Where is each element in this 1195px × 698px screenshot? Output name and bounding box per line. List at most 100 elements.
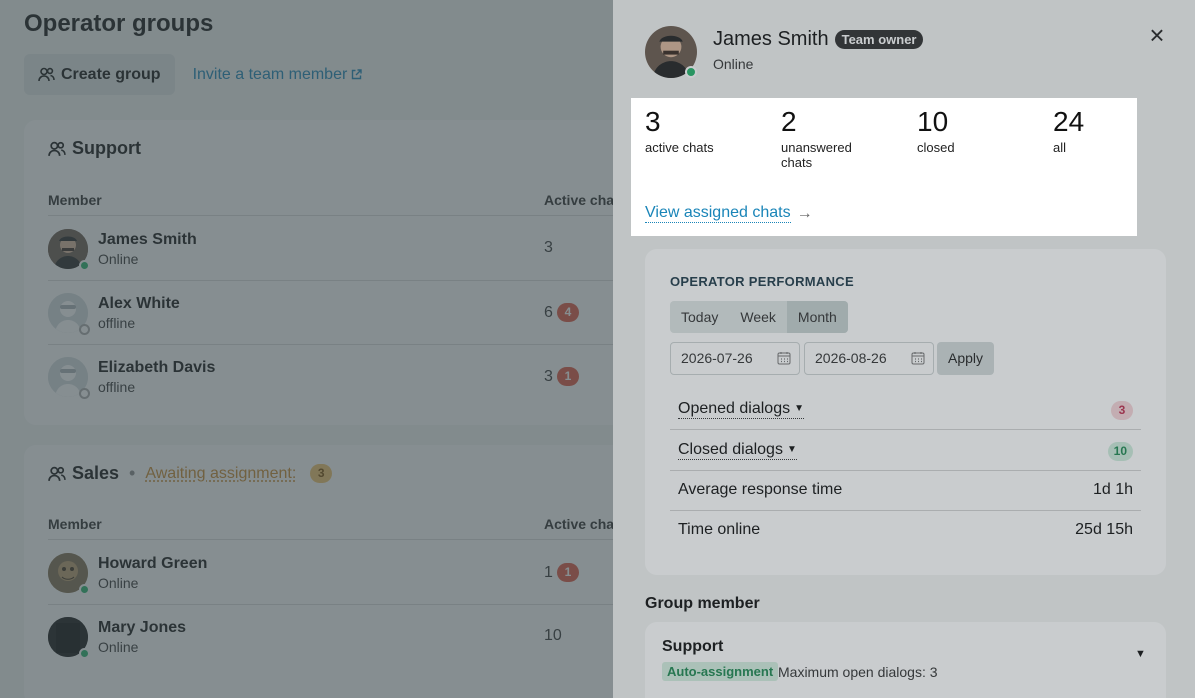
column-member: Member bbox=[48, 192, 102, 208]
online-status-dot bbox=[79, 648, 90, 659]
close-icon[interactable]: × bbox=[1145, 22, 1169, 48]
active-chats-count: 11 bbox=[544, 563, 579, 582]
column-member: Member bbox=[48, 516, 102, 532]
caret-down-icon: ▼ bbox=[786, 444, 797, 455]
group-name: Sales bbox=[72, 463, 120, 483]
create-group-label: Create group bbox=[61, 65, 161, 83]
online-status-dot bbox=[79, 260, 90, 271]
date-from-input[interactable]: 2026-07-26 bbox=[670, 342, 800, 375]
stat-value: 3 bbox=[645, 106, 661, 137]
table-row[interactable]: Alex White offline 64 bbox=[48, 281, 624, 345]
auto-assignment-badge: Auto-assignment bbox=[662, 662, 779, 681]
period-week[interactable]: Week bbox=[729, 301, 787, 333]
group-member-title: Group member bbox=[645, 595, 760, 612]
active-count-value: 3 bbox=[544, 367, 553, 385]
avatar bbox=[48, 553, 90, 595]
date-from-value: 2026-07-26 bbox=[681, 350, 753, 366]
avatar bbox=[48, 229, 90, 271]
users-icon bbox=[48, 141, 66, 156]
member-name: Howard Green bbox=[98, 555, 208, 572]
view-assigned-chats-link[interactable]: View assigned chats → bbox=[645, 204, 813, 223]
active-chats-count: 31 bbox=[544, 367, 579, 386]
caret-down-icon[interactable]: ▼ bbox=[1135, 648, 1146, 660]
awaiting-assignment-link[interactable]: Awaiting assignment: bbox=[145, 465, 296, 483]
operator-name: James Smith bbox=[713, 28, 829, 50]
metric-value-badge: 3 bbox=[1111, 401, 1133, 420]
active-count-value: 10 bbox=[544, 627, 562, 644]
member-status: Online bbox=[98, 639, 139, 655]
max-open-dialogs: Maximum open dialogs: 3 bbox=[778, 664, 938, 680]
separator-dot: • bbox=[129, 463, 136, 483]
active-count-value: 6 bbox=[544, 303, 553, 321]
active-chats-count: 3 bbox=[544, 239, 553, 257]
avatar bbox=[48, 293, 90, 335]
stat-label: unanswered chats bbox=[781, 140, 852, 170]
stat-all: 24 all bbox=[1053, 106, 1173, 155]
external-link-icon bbox=[352, 69, 363, 80]
period-month[interactable]: Month bbox=[786, 301, 848, 333]
create-group-button[interactable]: Create group bbox=[24, 54, 175, 95]
invite-label: Invite a team member bbox=[192, 65, 348, 83]
group-member-card[interactable]: Support ▼ Auto-assignment Maximum open d… bbox=[645, 622, 1166, 698]
group-header: Support bbox=[48, 138, 141, 159]
operator-performance-card: OPERATOR PERFORMANCE Today Week Month 20… bbox=[645, 249, 1166, 575]
arrow-right-icon: → bbox=[796, 204, 813, 222]
stat-closed: 10 closed bbox=[917, 106, 1037, 155]
table-row[interactable]: Howard Green Online 11 bbox=[48, 541, 624, 605]
table-row[interactable]: James Smith Online 3 bbox=[48, 217, 624, 281]
unanswered-badge: 4 bbox=[556, 303, 579, 322]
unanswered-badge: 1 bbox=[556, 563, 579, 582]
active-chats-count: 64 bbox=[544, 303, 579, 322]
group-card-support: Support Member Active chats James Smith … bbox=[24, 120, 626, 425]
member-status: offline bbox=[98, 379, 136, 395]
invite-team-member-link[interactable]: Invite a team member bbox=[193, 66, 363, 84]
metric-value: 25d 15h bbox=[1075, 521, 1133, 538]
metric-label-text: Opened dialogs bbox=[678, 400, 791, 417]
unanswered-badge: 1 bbox=[556, 367, 579, 386]
group-member-name: Support bbox=[662, 638, 724, 655]
stat-label: closed bbox=[917, 140, 955, 155]
metric-label: Opened dialogs ▼ bbox=[678, 400, 804, 419]
date-to-value: 2026-08-26 bbox=[815, 350, 887, 366]
offline-status-dot bbox=[79, 388, 90, 399]
member-status: Online bbox=[98, 251, 139, 267]
metric-opened-dialogs[interactable]: Opened dialogs ▼ 3 bbox=[670, 390, 1141, 430]
stat-value: 2 bbox=[781, 106, 797, 137]
team-owner-badge: Team owner bbox=[834, 30, 924, 49]
metric-label: Closed dialogs ▼ bbox=[678, 441, 797, 460]
table-row[interactable]: Elizabeth Davis offline 31 bbox=[48, 345, 624, 409]
apply-button[interactable]: Apply bbox=[937, 342, 995, 375]
date-to-input[interactable]: 2026-08-26 bbox=[804, 342, 934, 375]
calendar-icon bbox=[777, 352, 791, 365]
metric-label-text: Closed dialogs bbox=[678, 441, 783, 458]
view-assigned-label: View assigned chats bbox=[645, 204, 791, 223]
online-status-dot bbox=[79, 584, 90, 595]
group-name: Support bbox=[72, 138, 141, 158]
member-status: offline bbox=[98, 315, 136, 331]
active-chats-count: 10 bbox=[544, 627, 562, 645]
metric-label: Average response time bbox=[678, 481, 843, 498]
metric-value-badge: 10 bbox=[1107, 442, 1133, 461]
awaiting-count-badge: 3 bbox=[310, 464, 333, 483]
active-count-value: 3 bbox=[544, 239, 553, 256]
metric-closed-dialogs[interactable]: Closed dialogs ▼ 10 bbox=[670, 431, 1141, 471]
group-header: Sales • Awaiting assignment: 3 bbox=[48, 463, 333, 484]
active-count-value: 1 bbox=[544, 563, 553, 581]
period-selector: Today Week Month bbox=[670, 301, 848, 333]
table-header: Member Active chats bbox=[48, 508, 626, 540]
metric-label: Time online bbox=[678, 521, 761, 538]
period-today[interactable]: Today bbox=[670, 301, 729, 333]
page-title: Operator groups bbox=[24, 10, 214, 37]
member-name: Mary Jones bbox=[98, 619, 187, 636]
table-row[interactable]: Mary Jones Online 10 bbox=[48, 605, 624, 669]
online-status-dot bbox=[685, 66, 697, 78]
metric-time-online: Time online 25d 15h bbox=[670, 511, 1141, 551]
metric-average-response-time: Average response time 1d 1h bbox=[670, 471, 1141, 511]
operator-name-row: James Smith Team owner bbox=[713, 28, 924, 51]
calendar-icon bbox=[911, 352, 925, 365]
stat-unanswered-chats: 2 unanswered chats bbox=[781, 106, 871, 170]
member-name: Elizabeth Davis bbox=[98, 359, 216, 376]
toolbar: Create group Invite a team member bbox=[24, 54, 363, 95]
member-name: James Smith bbox=[98, 231, 197, 248]
users-icon bbox=[48, 466, 66, 481]
